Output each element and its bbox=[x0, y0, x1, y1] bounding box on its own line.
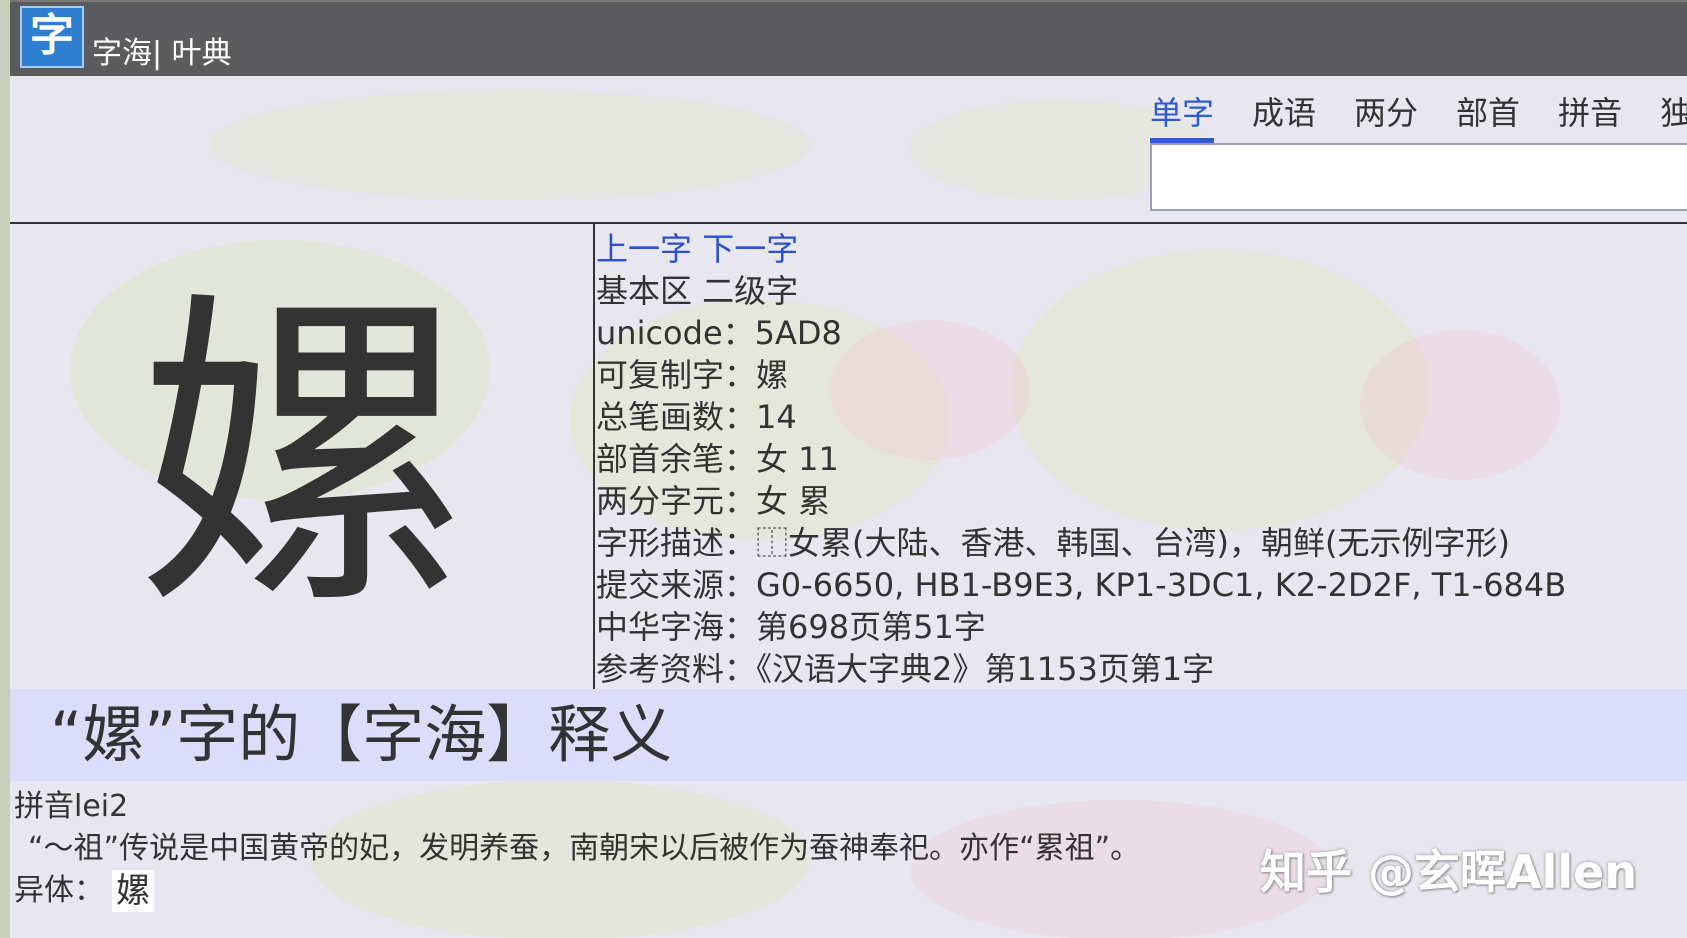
char-nav: 上一字 下一字 bbox=[596, 228, 1686, 270]
top-header: 字 字海| 叶典 bbox=[10, 0, 1687, 76]
tab-more[interactable]: 独 bbox=[1660, 88, 1687, 138]
character-info: 上一字 下一字 基本区 二级字 unicode：5AD8 可复制字：嫘 总笔画数… bbox=[596, 228, 1686, 690]
prev-char-link[interactable]: 上一字 bbox=[596, 230, 692, 268]
browser-page: 字 字海| 叶典 单字 成语 两分 部首 拼音独 嫘 上一字 下一字 基本区 二级字 u… bbox=[10, 0, 1687, 938]
info-level: 基本区 二级字 bbox=[596, 272, 799, 310]
variant-label: 异体： bbox=[14, 873, 104, 908]
site-title[interactable]: 字海| 叶典 bbox=[92, 36, 232, 72]
variant-char[interactable]: 嫘 bbox=[112, 870, 154, 912]
info-zhonghua-zihai: 中华字海：第698页第51字 bbox=[596, 608, 986, 646]
zhihu-watermark: 知乎 @玄晖Allen bbox=[1260, 845, 1638, 899]
info-stroke-count: 总笔画数：14 bbox=[596, 398, 797, 436]
info-references: 参考资料：《汉语大字典2》第1153页第1字 bbox=[596, 650, 1215, 688]
tab-single-char[interactable]: 单字 bbox=[1150, 88, 1215, 143]
info-ids: 字形描述：⿰女累(大陆、香港、韩国、台湾)，朝鲜(无示例字形) bbox=[596, 524, 1510, 562]
big-character-cell: 嫘 bbox=[10, 224, 595, 689]
tab-idiom[interactable]: 成语 bbox=[1252, 88, 1316, 138]
bg-map-blob bbox=[210, 90, 810, 200]
info-radical-strokes: 部首余笔：女 11 bbox=[596, 440, 839, 478]
tab-radical[interactable]: 部首 bbox=[1456, 88, 1520, 138]
site-logo[interactable]: 字 bbox=[20, 6, 84, 68]
info-sources: 提交来源：G0-6650, HB1-B9E3, KP1-3DC1, K2-2D2… bbox=[596, 566, 1567, 604]
character-info-table: 嫘 上一字 下一字 基本区 二级字 unicode：5AD8 可复制字：嫘 总笔… bbox=[10, 222, 1687, 691]
big-character: 嫘 bbox=[136, 264, 467, 649]
tab-split[interactable]: 两分 bbox=[1354, 88, 1418, 138]
definition-pinyin: 拼音lei2 bbox=[14, 789, 129, 824]
next-char-link[interactable]: 下一字 bbox=[702, 230, 798, 268]
info-components: 两分字元：女 累 bbox=[596, 482, 831, 520]
definition-title: “嫘”字的【字海】释义 bbox=[50, 698, 673, 771]
search-input[interactable] bbox=[1150, 143, 1687, 211]
info-copyable-char[interactable]: 可复制字：嫘 bbox=[596, 354, 1686, 396]
tab-pinyin[interactable]: 拼音 bbox=[1558, 88, 1622, 138]
definition-banner: “嫘”字的【字海】释义 bbox=[10, 689, 1687, 781]
info-unicode: unicode：5AD8 bbox=[596, 314, 842, 352]
search-tabs: 单字 成语 两分 部首 拼音独 bbox=[1150, 88, 1687, 143]
